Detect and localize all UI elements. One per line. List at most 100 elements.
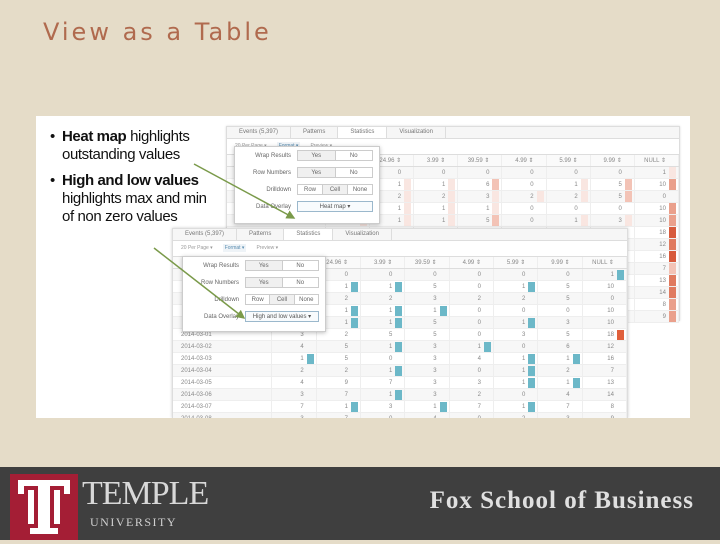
per-page-dropdown[interactable]: 20 Per Page ▾ (181, 245, 213, 251)
low-value-marker (528, 378, 536, 388)
data-overlay-row: Data Overlay High and low values ▾ (183, 308, 325, 325)
drill-none-button[interactable]: None (348, 185, 372, 194)
value-cell: 0 (502, 167, 547, 178)
value-cell: 1 (494, 281, 539, 292)
column-header[interactable]: NULL ⇕ (635, 155, 679, 166)
value-cell: 14 (583, 389, 627, 400)
wrap-no-button[interactable]: No (336, 151, 373, 160)
value-cell: 1 (414, 179, 459, 190)
tab-patterns[interactable]: Patterns (237, 229, 285, 240)
drill-row-button[interactable]: Row (298, 185, 323, 194)
low-value-marker (439, 306, 447, 316)
bullet-heat-map: Heat map highlights outstanding values (50, 128, 220, 164)
value-cell: 7 (635, 263, 679, 274)
column-header[interactable]: 5.99 ⇕ (494, 257, 539, 268)
value-cell: 5 (317, 341, 361, 352)
value-cell: 5 (317, 353, 361, 364)
value-cell: 0 (450, 305, 494, 316)
wrap-yes-button[interactable]: Yes (298, 151, 336, 160)
low-value-marker (616, 270, 624, 280)
value-cell: 0 (502, 203, 547, 214)
low-value-marker (395, 282, 403, 292)
low-value-marker (350, 402, 358, 412)
drill-row-button[interactable]: Row (246, 295, 271, 304)
value-cell: 5 (591, 191, 635, 202)
tab-statistics[interactable]: Statistics (284, 229, 334, 240)
tab-statistics[interactable]: Statistics (338, 127, 388, 138)
value-cell: 0 (361, 269, 406, 280)
rownum-yes-button[interactable]: Yes (298, 168, 336, 177)
drill-cell-button[interactable]: Cell (270, 295, 295, 304)
value-cell: 2 (414, 191, 459, 202)
column-header[interactable]: 3.99 ⇕ (361, 257, 406, 268)
data-overlay-row: Data Overlay Heat map ▾ (235, 198, 379, 215)
table-row: 2014-03-04 2 2 1 3 0 1 2 7 (173, 365, 627, 377)
low-value-marker (350, 282, 358, 292)
value-cell: 1 (317, 401, 361, 412)
data-overlay-label: Data Overlay (255, 203, 291, 210)
value-cell: 2 (547, 191, 591, 202)
column-header[interactable]: 3.99 ⇕ (414, 155, 459, 166)
column-header[interactable]: NULL ⇕ (583, 257, 627, 268)
drill-none-button[interactable]: None (295, 295, 318, 304)
drill-cell-button[interactable]: Cell (323, 185, 348, 194)
footer-bar: TEMPLE UNIVERSITY Fox School of Business (0, 467, 720, 540)
value-cell: 13 (635, 275, 679, 286)
value-cell: 0 (414, 167, 459, 178)
data-overlay-dropdown[interactable]: High and low values ▾ (245, 311, 319, 322)
value-cell: 7 (450, 401, 494, 412)
tab-events[interactable]: Events (5,397) (227, 127, 292, 138)
value-cell: 1 (494, 377, 539, 388)
value-cell: 2 (317, 365, 361, 376)
tab-visualization[interactable]: Visualization (333, 229, 392, 240)
value-cell: 14 (635, 287, 679, 298)
tab-visualization[interactable]: Visualization (387, 127, 446, 138)
value-cell: 1 (405, 305, 450, 316)
wrap-yes-button[interactable]: Yes (246, 261, 283, 270)
column-header[interactable]: 39.59 ⇕ (458, 155, 503, 166)
column-header[interactable]: 9.99 ⇕ (538, 257, 583, 268)
value-cell: 0 (450, 281, 494, 292)
value-cell: 2 (494, 293, 539, 304)
value-cell: 0 (547, 203, 591, 214)
heat-cell-marker (404, 215, 412, 226)
rownum-no-button[interactable]: No (336, 168, 373, 177)
value-cell: 3 (591, 215, 635, 226)
value-cell: 18 (635, 227, 679, 238)
high-value-marker (616, 330, 624, 340)
column-header[interactable]: 4.99 ⇕ (450, 257, 494, 268)
low-value-marker (572, 378, 580, 388)
rownum-no-button[interactable]: No (283, 278, 319, 287)
heat-cell-marker (668, 203, 676, 214)
value-cell: 1 (583, 269, 627, 280)
preview-dropdown[interactable]: Preview ▾ (256, 245, 278, 251)
heat-cell-marker (668, 215, 676, 226)
heat-cell-marker (668, 311, 676, 322)
value-cell: 5 (361, 329, 406, 340)
heat-cell-marker (668, 251, 676, 262)
rownum-yes-button[interactable]: Yes (246, 278, 283, 287)
value-cell: 18 (583, 329, 627, 340)
wrap-no-button[interactable]: No (283, 261, 319, 270)
tab-events[interactable]: Events (5,397) (173, 229, 238, 240)
column-header[interactable]: 39.59 ⇕ (405, 257, 450, 268)
heat-cell-marker (448, 215, 456, 226)
column-header[interactable]: 4.99 ⇕ (502, 155, 547, 166)
column-header[interactable]: 5.99 ⇕ (547, 155, 591, 166)
value-cell: 3 (361, 401, 406, 412)
low-value-marker (528, 402, 536, 412)
column-header[interactable]: 9.99 ⇕ (591, 155, 635, 166)
tab-patterns[interactable]: Patterns (291, 127, 339, 138)
value-cell: 7 (272, 401, 317, 412)
value-cell: 1 (361, 341, 406, 352)
format-dropdown[interactable]: Format ▾ (222, 244, 247, 252)
value-cell: 4 (405, 413, 450, 418)
low-value-marker (528, 366, 536, 376)
data-overlay-dropdown[interactable]: Heat map ▾ (297, 201, 373, 212)
heat-cell-marker (668, 263, 676, 274)
low-value-marker (350, 318, 358, 328)
value-cell: 0 (494, 269, 539, 280)
value-cell: 0 (591, 203, 635, 214)
value-cell: 0 (502, 215, 547, 226)
row-label-cell: 2014-03-02 (173, 341, 273, 352)
